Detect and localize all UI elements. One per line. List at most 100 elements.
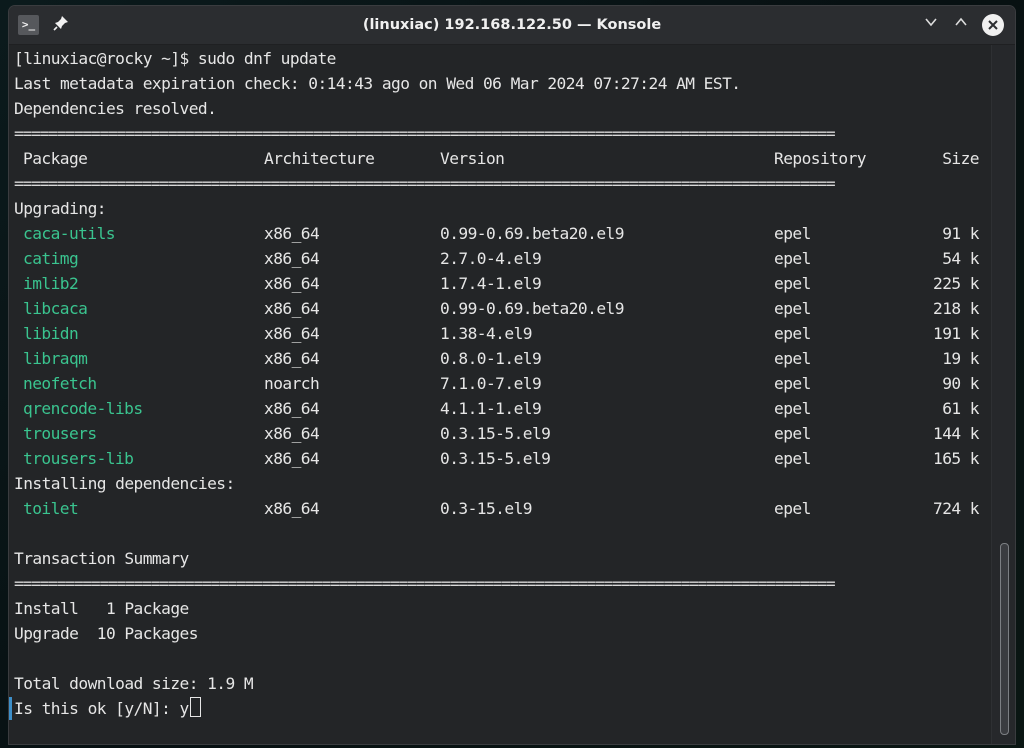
- installing-label: Installing dependencies:: [14, 474, 235, 493]
- package-name: trousers: [23, 424, 97, 443]
- summary-install: Install 1 Package: [14, 599, 189, 618]
- package-version: 4.1.1-1.el9: [440, 399, 542, 418]
- package-version: 0.99-0.69.beta20.el9: [440, 299, 624, 318]
- command-line: [linuxiac@rocky ~]$ sudo dnf update: [14, 49, 336, 68]
- package-name: libcaca: [23, 299, 88, 318]
- text-cursor: [189, 697, 201, 717]
- metadata-line: Last metadata expiration check: 0:14:43 …: [14, 74, 741, 93]
- close-icon: [988, 20, 998, 30]
- pin-icon[interactable]: [51, 15, 71, 35]
- maximize-button[interactable]: [951, 15, 971, 35]
- package-repo: epel: [774, 449, 811, 468]
- package-size: 218 k: [933, 299, 980, 318]
- package-arch: x86_64: [264, 349, 320, 368]
- package-arch: noarch: [264, 374, 320, 393]
- package-size: 91 k: [942, 224, 979, 243]
- separator-rule: ========================================…: [14, 124, 836, 143]
- package-version: 7.1.0-7.el9: [440, 374, 542, 393]
- package-row: catimg x86_64 2.7.0-4.el9 epel 54 k: [14, 246, 984, 271]
- separator-rule: ========================================…: [14, 174, 836, 193]
- package-name: catimg: [23, 249, 79, 268]
- header-size: Size: [942, 149, 979, 168]
- total-download-size: Total download size: 1.9 M: [14, 674, 254, 693]
- package-size: 19 k: [942, 349, 979, 368]
- package-name: imlib2: [23, 274, 79, 293]
- package-repo: epel: [774, 374, 811, 393]
- package-row: libraqm x86_64 0.8.0-1.el9 epel 19 k: [14, 346, 984, 371]
- package-version: 0.8.0-1.el9: [440, 349, 542, 368]
- package-version: 0.3.15-5.el9: [440, 449, 551, 468]
- package-repo: epel: [774, 324, 811, 343]
- package-size: 90 k: [942, 374, 979, 393]
- package-name: libraqm: [23, 349, 88, 368]
- package-repo: epel: [774, 299, 811, 318]
- title-bar[interactable]: >_ (linuxiac) 192.168.122.50 — Konsole: [9, 6, 1015, 45]
- scrollbar[interactable]: [991, 45, 1015, 744]
- package-name: qrencode-libs: [23, 399, 143, 418]
- header-package: Package: [23, 149, 88, 168]
- package-row: imlib2 x86_64 1.7.4-1.el9 epel 225 k: [14, 271, 984, 296]
- package-repo: epel: [774, 274, 811, 293]
- chevron-down-icon: [925, 18, 937, 27]
- pin-icon-glyph: [53, 16, 68, 31]
- header-repository: Repository: [774, 149, 867, 168]
- package-arch: x86_64: [264, 399, 320, 418]
- confirm-prompt: Is this ok [y/N]:: [14, 699, 180, 718]
- header-architecture: Architecture: [264, 149, 375, 168]
- confirm-line[interactable]: Is this ok [y/N]: y: [14, 696, 201, 721]
- package-repo: epel: [774, 224, 811, 243]
- package-version: 0.99-0.69.beta20.el9: [440, 224, 624, 243]
- package-row: trousers-lib x86_64 0.3.15-5.el9 epel 165 k: [14, 446, 984, 471]
- chevron-up-icon: [955, 17, 967, 26]
- package-version: 0.3-15.el9: [440, 499, 533, 518]
- package-size: 144 k: [933, 424, 980, 443]
- package-size: 61 k: [942, 399, 979, 418]
- package-version: 1.7.4-1.el9: [440, 274, 542, 293]
- package-name: libidn: [23, 324, 79, 343]
- package-size: 165 k: [933, 449, 980, 468]
- package-repo: epel: [774, 249, 811, 268]
- window-title: (linuxiac) 192.168.122.50 — Konsole: [362, 17, 662, 33]
- terminal-output[interactable]: [linuxiac@rocky ~]$ sudo dnf update Last…: [9, 45, 989, 744]
- header-version: Version: [440, 149, 505, 168]
- package-row: caca-utils x86_64 0.99-0.69.beta20.el9 epel…: [14, 221, 984, 246]
- table-header: Package Architecture Version Repository …: [14, 146, 984, 171]
- package-row: libidn x86_64 1.38-4.el9 epel 191 k: [14, 321, 984, 346]
- package-name: trousers-lib: [23, 449, 134, 468]
- confirm-input[interactable]: y: [180, 699, 190, 718]
- transaction-summary-title: Transaction Summary: [14, 549, 189, 568]
- package-row: toilet x86_64 0.3-15.el9 epel 724 k: [14, 496, 984, 521]
- package-arch: x86_64: [264, 249, 320, 268]
- package-size: 191 k: [933, 324, 980, 343]
- package-repo: epel: [774, 399, 811, 418]
- package-size: 724 k: [933, 499, 980, 518]
- package-version: 1.38-4.el9: [440, 324, 533, 343]
- package-arch: x86_64: [264, 274, 320, 293]
- terminal-icon[interactable]: >_: [18, 15, 39, 35]
- package-arch: x86_64: [264, 299, 320, 318]
- package-version: 0.3.15-5.el9: [440, 424, 551, 443]
- package-size: 54 k: [942, 249, 979, 268]
- package-size: 225 k: [933, 274, 980, 293]
- package-repo: epel: [774, 349, 811, 368]
- package-row: neofetch noarch 7.1.0-7.el9 epel 90 k: [14, 371, 984, 396]
- upgrading-label: Upgrading:: [14, 199, 107, 218]
- package-name: neofetch: [23, 374, 97, 393]
- package-arch: x86_64: [264, 224, 320, 243]
- package-row: trousers x86_64 0.3.15-5.el9 epel 144 k: [14, 421, 984, 446]
- prompt-marker: [9, 697, 12, 720]
- package-name: toilet: [23, 499, 79, 518]
- package-name: caca-utils: [23, 224, 116, 243]
- package-arch: x86_64: [264, 424, 320, 443]
- package-row: qrencode-libs x86_64 4.1.1-1.el9 epel 61 k: [14, 396, 984, 421]
- minimize-button[interactable]: [921, 15, 941, 35]
- close-button[interactable]: [982, 14, 1004, 36]
- konsole-window: >_ (linuxiac) 192.168.122.50 — Konsole […: [9, 6, 1015, 744]
- package-repo: epel: [774, 499, 811, 518]
- separator-rule: ========================================…: [14, 574, 836, 593]
- scrollbar-thumb[interactable]: [1000, 543, 1009, 735]
- package-arch: x86_64: [264, 324, 320, 343]
- package-version: 2.7.0-4.el9: [440, 249, 542, 268]
- package-row: libcaca x86_64 0.99-0.69.beta20.el9 epel 218…: [14, 296, 984, 321]
- package-repo: epel: [774, 424, 811, 443]
